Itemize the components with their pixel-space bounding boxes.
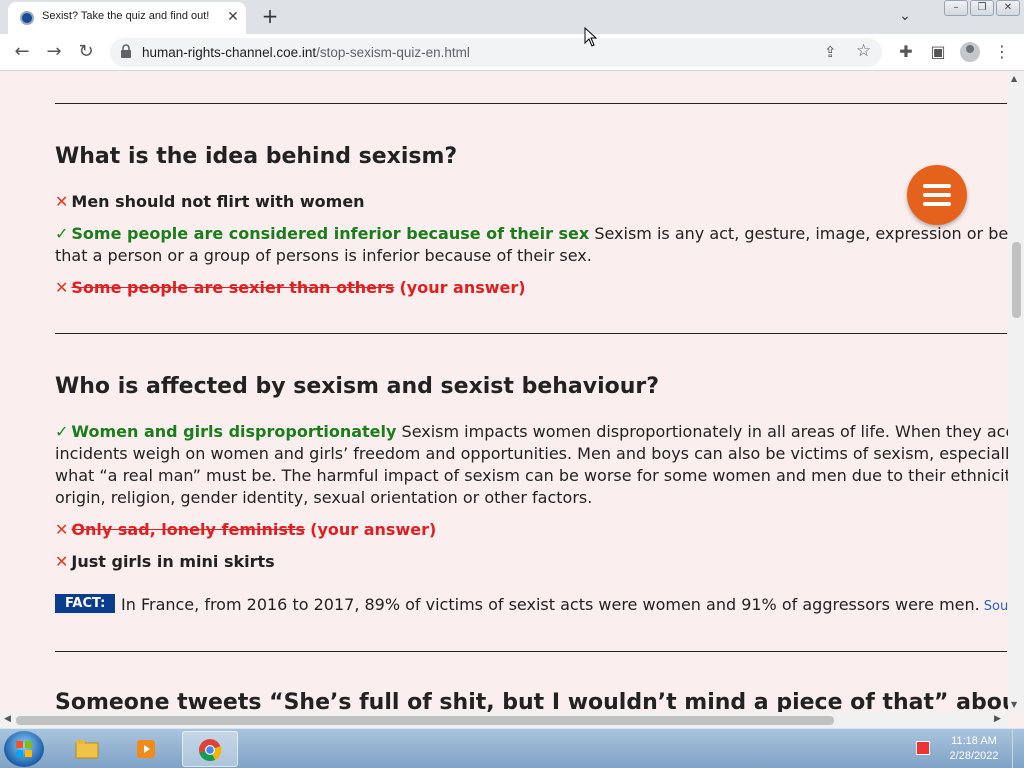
answer-wrong-selected: ✕ Only sad, lonely feminists (your answer… — [55, 519, 436, 541]
folder-icon — [75, 740, 99, 759]
clock-time: 11:18 AM — [951, 735, 997, 747]
divider — [55, 333, 1007, 334]
answer-text: Men should not flirt with women — [71, 192, 365, 211]
answer-correct: ✓ Women and girls disproportionately Sexi… — [55, 421, 1008, 443]
windows-logo-icon — [16, 741, 32, 757]
profile-avatar-icon[interactable] — [960, 42, 980, 62]
reload-icon[interactable]: ↻ — [74, 40, 98, 64]
your-answer-note: (your answer) — [310, 520, 437, 539]
tab-strip: Sexist? Take the quiz and find out! ✕ + … — [0, 0, 1024, 34]
your-answer-note: (your answer) — [399, 278, 526, 297]
url-text[interactable]: human-rights-channel.coe.int/stop-sexism… — [142, 45, 470, 60]
cross-icon: ✕ — [55, 520, 69, 539]
hamburger-icon — [923, 184, 951, 188]
page-content: What is the idea behind sexism? ✕ Men sho… — [0, 72, 1008, 712]
answer-text: Some people are sexier than others — [71, 278, 395, 297]
clock-date: 2/28/2022 — [949, 750, 999, 762]
answer-wrong: ✕ Just girls in mini skirts — [55, 551, 275, 573]
answer-wrong: ✕ Men should not flirt with women — [55, 191, 365, 213]
answer-text: Some people are considered inferior beca… — [71, 224, 590, 243]
site-favicon-icon — [20, 11, 34, 25]
taskbar: 11:18 AM 2/28/2022 — [0, 728, 1024, 768]
tab-close-icon[interactable]: ✕ — [224, 8, 242, 26]
taskbar-explorer[interactable] — [60, 731, 116, 767]
browser-toolbar: ← → ↻ human-rights-channel.coe.int/stop-… — [0, 34, 1024, 71]
scroll-right-arrow-icon[interactable]: ▶ — [994, 714, 1001, 724]
tab-title: Sexist? Take the quiz and find out! — [42, 10, 210, 22]
answer-explanation-cont: incidents weigh on women and girls’ free… — [55, 444, 1008, 463]
divider — [55, 103, 1007, 104]
taskbar-chrome[interactable] — [182, 731, 238, 767]
horizontal-scrollbar[interactable]: ◀ ▶ — [0, 712, 1008, 728]
divider — [55, 651, 1007, 652]
scroll-up-arrow-icon[interactable]: ▲ — [1011, 74, 1017, 83]
taskbar-media-player[interactable] — [120, 731, 176, 767]
address-bar[interactable]: human-rights-channel.coe.int/stop-sexism… — [110, 38, 882, 67]
side-panel-icon[interactable]: ▣ — [928, 42, 948, 61]
lock-icon — [121, 44, 131, 58]
source-link[interactable]: Source — [984, 599, 1008, 614]
extensions-puzzle-icon[interactable]: ✚ — [896, 42, 916, 61]
answer-explanation-cont: origin, religion, gender identity, sexua… — [55, 488, 593, 507]
answer-correct: ✓ Some people are considered inferior bec… — [55, 223, 1008, 245]
system-clock[interactable]: 11:18 AM 2/28/2022 — [940, 734, 1008, 764]
scroll-left-arrow-icon[interactable]: ◀ — [4, 714, 11, 724]
menu-button[interactable] — [907, 165, 967, 225]
answer-text: Just girls in mini skirts — [71, 552, 275, 571]
mouse-cursor-icon — [584, 27, 598, 47]
hamburger-icon-bar — [923, 193, 951, 197]
vertical-scroll-thumb[interactable] — [1012, 242, 1021, 318]
answer-explanation: Sexism is any act, gesture, image, expre… — [594, 224, 1008, 243]
question-title: Who is affected by sexism and sexist beh… — [55, 374, 660, 399]
answer-text: Women and girls disproportionately — [71, 422, 397, 441]
fact-text: In France, from 2016 to 2017, 89% of vic… — [121, 595, 1008, 614]
answer-wrong-selected: ✕ Some people are sexier than others (you… — [55, 277, 526, 299]
network-alert-icon[interactable] — [916, 741, 930, 755]
fact-badge: FACT: — [55, 594, 116, 613]
answer-explanation-cont: what “a real man” must be. The harmful i… — [55, 466, 1008, 485]
forward-arrow-icon[interactable]: → — [42, 40, 66, 64]
answer-explanation: Sexism impacts women disproportionately … — [401, 422, 1008, 441]
chrome-icon — [199, 739, 222, 761]
share-icon[interactable]: ⇪ — [824, 43, 837, 61]
back-arrow-icon[interactable]: ← — [10, 40, 34, 64]
hamburger-icon-bar — [923, 202, 951, 206]
question-title: Someone tweets “She’s full of shit, but … — [55, 690, 1008, 712]
answer-text: Only sad, lonely feminists — [71, 520, 306, 539]
check-icon: ✓ — [55, 224, 69, 243]
check-icon: ✓ — [55, 422, 69, 441]
close-window-button[interactable]: ✕ — [996, 0, 1020, 16]
bookmark-star-icon[interactable]: ☆ — [856, 41, 871, 61]
start-button[interactable] — [4, 731, 44, 767]
media-player-icon — [137, 740, 155, 758]
restore-button[interactable]: ❐ — [970, 0, 994, 16]
browser-tab[interactable]: Sexist? Take the quiz and find out! ✕ — [8, 2, 246, 34]
scroll-down-arrow-icon[interactable]: ▼ — [1011, 700, 1017, 709]
horizontal-scroll-thumb[interactable] — [16, 716, 834, 725]
cross-icon: ✕ — [55, 278, 69, 297]
answer-explanation-cont: that a person or a group of persons is i… — [55, 246, 592, 265]
window-controls: – ❐ ✕ — [942, 0, 1020, 18]
question-title: What is the idea behind sexism? — [55, 144, 458, 169]
tab-search-chevron-icon[interactable]: ⌄ — [896, 8, 914, 24]
show-desktop-button[interactable] — [1012, 729, 1024, 768]
new-tab-button[interactable]: + — [258, 5, 282, 29]
minimize-button[interactable]: – — [944, 0, 968, 16]
cross-icon: ✕ — [55, 552, 69, 571]
vertical-scrollbar[interactable]: ▲ ▼ — [1008, 72, 1024, 712]
browser-menu-icon[interactable]: ⋮ — [992, 42, 1012, 61]
cross-icon: ✕ — [55, 192, 69, 211]
